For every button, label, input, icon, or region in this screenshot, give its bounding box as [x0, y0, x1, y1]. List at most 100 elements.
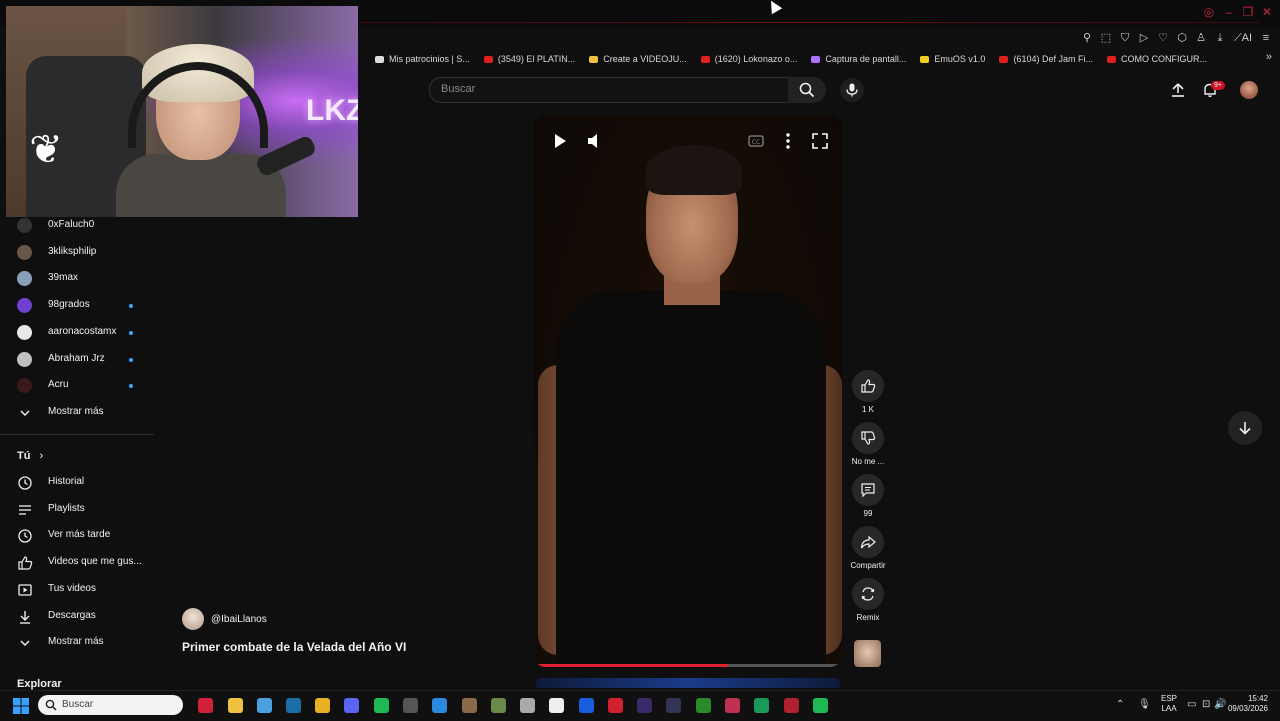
bookmarks-overflow-icon[interactable]: »	[1266, 51, 1272, 63]
upload-icon[interactable]	[1170, 82, 1186, 98]
screenshot-icon[interactable]: ⬚	[1100, 32, 1112, 44]
bookmark-item[interactable]: (1620) Lokonazo o...	[700, 54, 797, 64]
menu-icon[interactable]: ≡	[1260, 32, 1272, 44]
fullscreen-icon[interactable]	[810, 131, 830, 151]
channel-avatar[interactable]	[182, 608, 204, 630]
sidebar-item-your-videos[interactable]: Tus videos	[0, 577, 154, 603]
sidebar-subscription-item[interactable]: Abraham Jrz	[0, 347, 154, 373]
xbox-icon[interactable]	[696, 698, 711, 713]
microphone-tray-icon[interactable]: 🎙	[1138, 699, 1151, 710]
bitwarden-icon[interactable]	[579, 698, 594, 713]
display-icon[interactable]: ▭	[1187, 699, 1196, 710]
search-input[interactable]: Buscar	[429, 77, 789, 103]
play-icon[interactable]	[550, 131, 570, 151]
bookmark-favicon-icon	[811, 55, 821, 63]
share-button[interactable]	[852, 526, 884, 558]
taskbar-clock[interactable]: 15:42 09/03/2026	[1224, 694, 1268, 714]
file-explorer-icon[interactable]	[228, 698, 243, 713]
dislike-button[interactable]	[852, 422, 884, 454]
browser-menu-icon[interactable]: ◎	[1202, 5, 1216, 19]
sidebar-item-liked-videos[interactable]: Videos que me gus...	[0, 550, 154, 576]
volume-icon[interactable]	[585, 131, 605, 151]
title-bar-accent	[360, 22, 1260, 23]
sidebar-item-playlists[interactable]: Playlists	[0, 497, 154, 523]
profile-icon[interactable]: ♙	[1195, 32, 1207, 44]
sidebar-subscription-item[interactable]: 3kliksphilip	[0, 240, 154, 266]
download-icon[interactable]: ⤓	[1214, 32, 1226, 44]
more-options-icon[interactable]	[778, 131, 798, 151]
minimize-icon[interactable]: –	[1222, 5, 1236, 19]
heart-icon[interactable]: ♡	[1157, 32, 1169, 44]
sidebar-item-watch-later[interactable]: Ver más tarde	[0, 523, 154, 549]
sidebar-section-explore[interactable]: Explorar	[17, 678, 62, 690]
bookmark-item[interactable]: (3549) El PLATIN...	[483, 54, 575, 64]
sidebar-divider	[0, 434, 154, 435]
sidebar-section-you[interactable]: Tú ›	[17, 450, 43, 462]
like-button[interactable]	[852, 370, 884, 402]
maximize-icon[interactable]: ❐	[1241, 5, 1255, 19]
captions-icon[interactable]: CC	[746, 131, 766, 151]
taskbar-search-input[interactable]: Buscar	[38, 695, 183, 715]
ai-icon[interactable]: ⟋AI	[1233, 32, 1253, 44]
green-app-icon[interactable]	[754, 698, 769, 713]
steam-icon[interactable]	[286, 698, 301, 713]
photo-app-icon[interactable]	[725, 698, 740, 713]
obs-app-icon[interactable]	[784, 698, 799, 713]
opera-gx-icon[interactable]	[198, 698, 213, 713]
red-app-icon[interactable]	[608, 698, 623, 713]
capcut-icon[interactable]	[549, 698, 564, 713]
sound-thumbnail[interactable]	[854, 640, 881, 667]
short-video-player[interactable]: CC	[534, 115, 842, 667]
sidebar-subscription-item[interactable]: Acru	[0, 373, 154, 399]
play-icon[interactable]: ▷	[1138, 32, 1150, 44]
account-avatar[interactable]	[1240, 81, 1258, 99]
spotify-2-icon[interactable]	[813, 698, 828, 713]
next-short-preview[interactable]	[536, 678, 840, 688]
bookmark-item[interactable]: Create a VIDEOJU...	[589, 54, 687, 64]
search-button[interactable]	[788, 77, 826, 103]
remix-button[interactable]	[852, 578, 884, 610]
windows-start-icon[interactable]	[13, 698, 29, 714]
short-title[interactable]: Primer combate de la Velada del Año VI	[182, 640, 406, 654]
extensions-icon[interactable]: ⬡	[1176, 32, 1188, 44]
pin-icon[interactable]: ⚲	[1081, 32, 1093, 44]
neon-sign-logo: LKZ	[306, 94, 358, 127]
video-progress-bar[interactable]	[534, 664, 842, 667]
media-app-icon[interactable]	[403, 698, 418, 713]
windows-taskbar: Buscar ⌃ ESP LAA 🎙 ▭ ⊡ 🔊 15:42 09/03/202…	[0, 690, 1280, 721]
bookmark-item[interactable]: EmuOS v1.0	[920, 54, 985, 64]
game-app-icon[interactable]	[462, 698, 477, 713]
keyboard-language[interactable]: ESP LAA	[1161, 694, 1177, 714]
bookmark-item[interactable]: COMO CONFIGUR...	[1106, 54, 1207, 64]
next-short-button[interactable]	[1228, 411, 1262, 445]
sidebar-item-history[interactable]: Historial	[0, 470, 154, 496]
notepad-icon[interactable]	[432, 698, 447, 713]
comments-button[interactable]	[852, 474, 884, 506]
app-shield-icon[interactable]	[315, 698, 330, 713]
sidebar-subscription-item[interactable]: 98grados	[0, 293, 154, 319]
sidebar-show-more-subscriptions[interactable]: Mostrar más	[0, 400, 154, 426]
purple-app-icon[interactable]	[637, 698, 652, 713]
chrome-icon[interactable]	[257, 698, 272, 713]
dark-app-icon[interactable]	[666, 698, 681, 713]
discord-icon[interactable]	[344, 698, 359, 713]
shield-icon[interactable]: ⛉	[1119, 32, 1131, 44]
close-icon[interactable]: ✕	[1260, 5, 1274, 19]
sidebar-subscription-item[interactable]: 0xFaluch0	[0, 213, 154, 239]
share-icon	[860, 535, 876, 549]
bookmark-item[interactable]: Captura de pantall...	[811, 54, 906, 64]
tray-overflow-icon[interactable]: ⌃	[1116, 699, 1124, 710]
bookmark-item[interactable]: (6104) Def Jam Fi...	[999, 54, 1093, 64]
car-app-icon[interactable]	[520, 698, 535, 713]
channel-name[interactable]: @IbaiLlanos	[211, 614, 267, 625]
sidebar-subscription-item[interactable]: aaronacostamx	[0, 320, 154, 346]
sidebar-show-more-you[interactable]: Mostrar más	[0, 630, 154, 656]
network-icon[interactable]: ⊡	[1202, 699, 1210, 710]
bookmark-item[interactable]: Mis patrocinios | S...	[375, 54, 470, 64]
voice-search-button[interactable]	[840, 78, 864, 102]
microphone-icon	[846, 83, 858, 97]
game-app-2-icon[interactable]	[491, 698, 506, 713]
sidebar-subscription-item[interactable]: 39max	[0, 266, 154, 292]
sidebar-item-downloads[interactable]: Descargas	[0, 604, 154, 630]
spotify-icon[interactable]	[374, 698, 389, 713]
